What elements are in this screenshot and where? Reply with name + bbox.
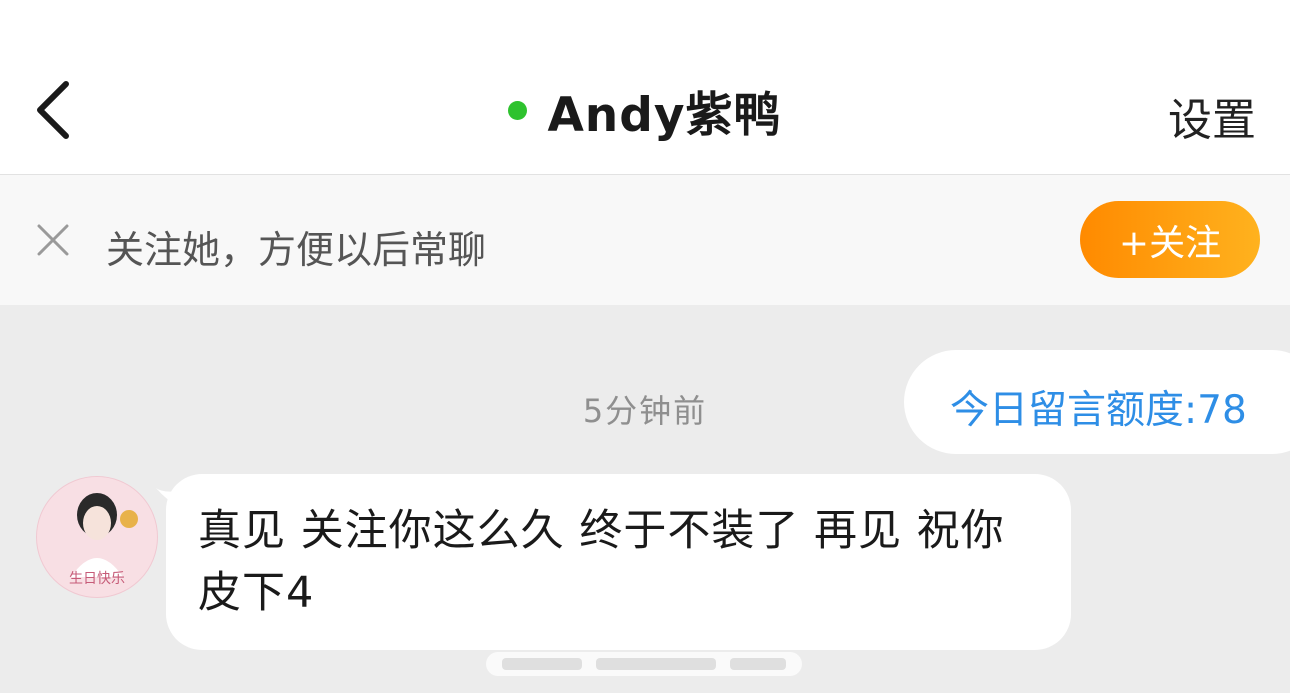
settings-button[interactable]: 设置: [1168, 84, 1256, 148]
avatar-icon: 生日快乐: [37, 477, 157, 597]
follow-button[interactable]: +关注: [1080, 201, 1260, 278]
online-status-dot: [508, 100, 528, 120]
contact-name-title: Andy紫鸭: [547, 87, 782, 143]
close-button[interactable]: [36, 223, 70, 257]
message-timestamp: 5分钟前: [582, 392, 708, 430]
chat-header: Andy紫鸭 设置: [0, 0, 1290, 175]
close-icon: [37, 224, 69, 256]
weibo-watermark-icon: [486, 652, 802, 676]
sender-avatar[interactable]: 生日快乐: [36, 476, 158, 598]
title-area: Andy紫鸭: [0, 80, 1290, 143]
message-text: 真见 关注你这么久 终于不装了 再见 祝你皮下4: [198, 506, 1005, 618]
follow-prompt-text: 关注她，方便以后常聊: [106, 228, 487, 272]
avatar-caption: 生日快乐: [69, 571, 125, 587]
